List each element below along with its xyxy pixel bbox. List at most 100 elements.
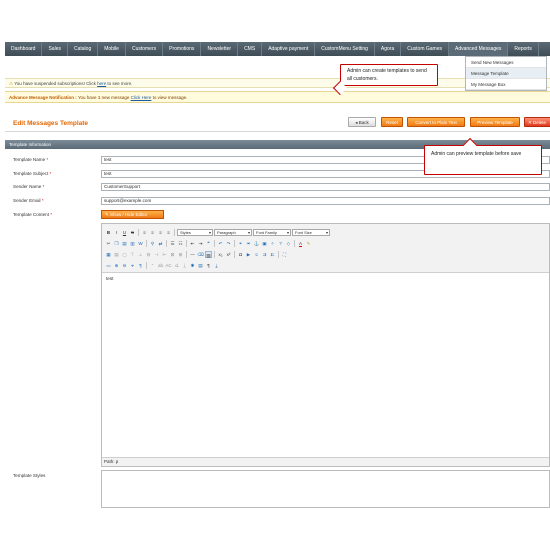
background-color-icon[interactable]: ✎ bbox=[305, 240, 312, 247]
fullscreen-icon[interactable]: ⛶ bbox=[281, 251, 288, 258]
paragraph-select[interactable]: Paragraph bbox=[214, 229, 252, 236]
font-family-select[interactable]: Font Family bbox=[253, 229, 291, 236]
dropdown-item-my-message-box[interactable]: My Message Box bbox=[466, 79, 546, 90]
table-icon[interactable]: ▦ bbox=[105, 251, 112, 258]
styleprops-icon[interactable]: ¶ bbox=[137, 262, 144, 269]
numbered-list-icon[interactable]: ☷ bbox=[177, 240, 184, 247]
template-styles-textarea[interactable] bbox=[101, 470, 550, 508]
remove-format-icon[interactable]: ⌫ bbox=[197, 251, 204, 258]
nav-item-advanced-messages[interactable]: Advanced Messages bbox=[449, 42, 509, 56]
col-after-icon[interactable]: ⊢ bbox=[161, 251, 168, 258]
text-color-icon[interactable]: A bbox=[297, 240, 304, 247]
nav-item-agora[interactable]: Agora bbox=[375, 42, 402, 56]
nav-item-customers[interactable]: Customers bbox=[126, 42, 164, 56]
align-left-icon[interactable]: ≡ bbox=[141, 229, 148, 236]
outdent-icon[interactable]: ⇤ bbox=[189, 240, 196, 247]
bold-icon[interactable]: B bbox=[105, 229, 112, 236]
align-right-icon[interactable]: ≡ bbox=[157, 229, 164, 236]
delete-col-icon[interactable]: ⊠ bbox=[169, 251, 176, 258]
nav-item-dashboard[interactable]: Dashboard bbox=[5, 42, 43, 56]
superscript-icon[interactable]: x² bbox=[225, 251, 232, 258]
paste-icon[interactable]: ▤ bbox=[121, 240, 128, 247]
ins-icon[interactable]: i̲ bbox=[181, 262, 188, 269]
view-messages-link[interactable]: Click Here bbox=[131, 95, 152, 100]
horizontal-rule-icon[interactable]: — bbox=[189, 251, 196, 258]
editor-content-area[interactable]: test bbox=[102, 273, 549, 458]
merge-cells-icon[interactable]: ⊞ bbox=[177, 251, 184, 258]
nav-item-mobile[interactable]: Mobile bbox=[98, 42, 126, 56]
nav-item-adaptive-payment[interactable]: Adaptive payment bbox=[262, 42, 316, 56]
col-before-icon[interactable]: ⊣ bbox=[153, 251, 160, 258]
nav-item-custom-games[interactable]: Custom Games bbox=[401, 42, 449, 56]
bullet-list-icon[interactable]: ☰ bbox=[169, 240, 176, 247]
nav-item-cms[interactable]: CMS bbox=[238, 42, 263, 56]
special-char-icon[interactable]: Ω bbox=[237, 251, 244, 258]
dropdown-item-send-new-messages[interactable]: Send New Messages bbox=[466, 57, 546, 68]
italic-icon[interactable]: I bbox=[113, 229, 120, 236]
show-hide-editor-button[interactable]: ✎ Show / Hide Editor bbox=[101, 210, 164, 219]
cut-icon[interactable]: ✂ bbox=[105, 240, 112, 247]
replace-icon[interactable]: ⇄ bbox=[157, 240, 164, 247]
ltr-icon[interactable]: ⇉ bbox=[261, 251, 268, 258]
insert-layer-icon[interactable]: ▭ bbox=[105, 262, 112, 269]
acronym-icon[interactable]: AC bbox=[165, 262, 172, 269]
move-forward-icon[interactable]: ⊕ bbox=[113, 262, 120, 269]
row-props-icon[interactable]: ▤ bbox=[113, 251, 120, 258]
nav-item-newsletter[interactable]: Newsletter bbox=[201, 42, 239, 56]
align-center-icon[interactable]: ≡ bbox=[149, 229, 156, 236]
sender-email-field[interactable]: support@example.com bbox=[101, 197, 550, 205]
dropdown-item-message-template[interactable]: Message Template bbox=[466, 68, 546, 79]
strikethrough-icon[interactable]: S bbox=[129, 229, 136, 236]
attribs-icon[interactable]: ✱ bbox=[189, 262, 196, 269]
row-after-icon[interactable]: ⊥ bbox=[137, 251, 144, 258]
undo-icon[interactable]: ↶ bbox=[217, 240, 224, 247]
absolute-icon[interactable]: ⌖ bbox=[129, 262, 136, 269]
cite-icon[interactable]: “ bbox=[149, 262, 156, 269]
copy-icon[interactable]: ❐ bbox=[113, 240, 120, 247]
subscript-icon[interactable]: x₂ bbox=[217, 251, 224, 258]
delete-button[interactable]: ✕ Delete bbox=[524, 117, 550, 127]
nav-item-reports[interactable]: Reports bbox=[508, 42, 539, 56]
preview-template-button[interactable]: Preview Template bbox=[470, 117, 520, 127]
help-icon[interactable]: ? bbox=[277, 240, 284, 247]
reset-button[interactable]: Reset bbox=[381, 117, 403, 127]
indent-icon[interactable]: ⇥ bbox=[197, 240, 204, 247]
underline-icon[interactable]: U bbox=[121, 229, 128, 236]
convert-to-plain-text-button[interactable]: Convert to Plain Text bbox=[407, 117, 465, 127]
cleanup-icon[interactable]: ✧ bbox=[269, 240, 276, 247]
font-size-select[interactable]: Font Size bbox=[292, 229, 330, 236]
redo-icon[interactable]: ↷ bbox=[225, 240, 232, 247]
media-icon[interactable]: ▶ bbox=[245, 251, 252, 258]
delete-row-icon[interactable]: ⊟ bbox=[145, 251, 152, 258]
back-button[interactable]: ◂ Back bbox=[348, 117, 376, 127]
paste-text-icon[interactable]: ▥ bbox=[129, 240, 136, 247]
nav-item-catalog[interactable]: Catalog bbox=[68, 42, 99, 56]
nav-item-promotions[interactable]: Promotions bbox=[163, 42, 202, 56]
html-source-icon[interactable]: ◇ bbox=[285, 240, 292, 247]
row-before-icon[interactable]: ⊤ bbox=[129, 251, 136, 258]
nonbreaking-icon[interactable]: ¶ bbox=[205, 262, 212, 269]
align-justify-icon[interactable]: ≡ bbox=[165, 229, 172, 236]
image-icon[interactable]: ▣ bbox=[261, 240, 268, 247]
emotions-icon[interactable]: ☺ bbox=[253, 251, 260, 258]
blockquote-icon[interactable]: ❝ bbox=[205, 240, 212, 247]
rtl-icon[interactable]: ⇇ bbox=[269, 251, 276, 258]
link-icon[interactable]: ⚭ bbox=[237, 240, 244, 247]
find-icon[interactable]: ⚲ bbox=[149, 240, 156, 247]
move-backward-icon[interactable]: ⊖ bbox=[121, 262, 128, 269]
notice-link[interactable]: here bbox=[97, 81, 106, 86]
sender-name-field[interactable]: CustomerSupport bbox=[101, 183, 550, 191]
visual-aid-icon[interactable]: ▧ bbox=[205, 251, 212, 258]
anchor-icon[interactable]: ⚓ bbox=[253, 240, 260, 247]
pagebreak-icon[interactable]: ⤓ bbox=[213, 262, 220, 269]
toolbar-row-4: ▭ ⊕ ⊖ ⌖ ¶ “ ab AC d̶ i̲ ✱ ▤ ¶ ⤓ bbox=[105, 260, 546, 271]
template-icon[interactable]: ▤ bbox=[197, 262, 204, 269]
paste-word-icon[interactable]: W bbox=[137, 240, 144, 247]
abbr-icon[interactable]: ab bbox=[157, 262, 164, 269]
del-icon[interactable]: d̶ bbox=[173, 262, 180, 269]
cell-props-icon[interactable]: ▢ bbox=[121, 251, 128, 258]
unlink-icon[interactable]: ⚮ bbox=[245, 240, 252, 247]
nav-item-custommenu-setting[interactable]: CustomMenu Setting bbox=[315, 42, 375, 56]
nav-item-sales[interactable]: Sales bbox=[42, 42, 68, 56]
styles-select[interactable]: Styles bbox=[177, 229, 213, 236]
